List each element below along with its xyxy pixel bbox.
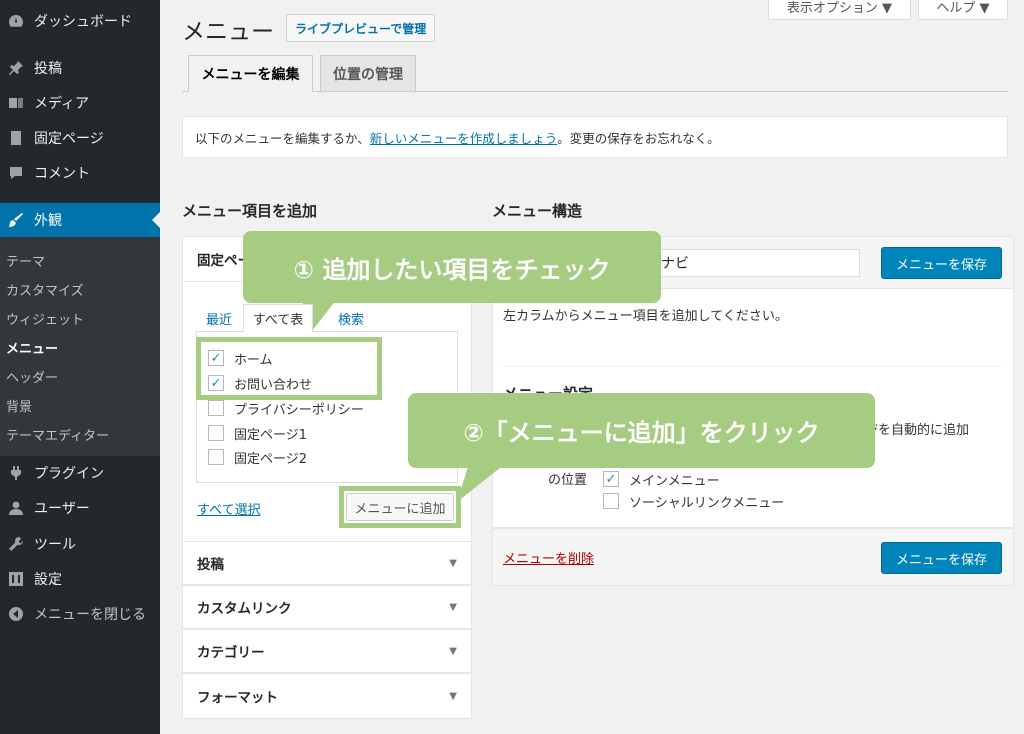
nav-dashboard[interactable]: ダッシュボード bbox=[0, 4, 160, 38]
nav-tools[interactable]: ツール bbox=[0, 527, 160, 561]
location-main-menu[interactable]: ✓ メインメニュー bbox=[603, 469, 720, 489]
page-item-page2-label: 固定ページ2 bbox=[234, 451, 308, 467]
page-icon bbox=[6, 129, 26, 147]
delete-menu-link[interactable]: メニューを削除 bbox=[503, 548, 594, 567]
location-main-menu-label: メインメニュー bbox=[629, 473, 720, 489]
dashboard-icon bbox=[6, 12, 26, 30]
nav-appearance-label: 外観 bbox=[34, 213, 62, 229]
pin-icon bbox=[6, 59, 26, 77]
appearance-icon bbox=[6, 211, 26, 229]
menu-name-value: ナビ bbox=[661, 256, 689, 272]
chevron-down-icon: ▼ bbox=[449, 601, 457, 613]
nav-media-label: メディア bbox=[34, 96, 90, 112]
save-menu-button-top[interactable]: メニューを保存 bbox=[881, 247, 1002, 279]
location-social-menu[interactable]: ソーシャルリンクメニュー bbox=[603, 491, 784, 511]
screen-options-button[interactable]: 表示オプション ▼ bbox=[768, 0, 911, 20]
submenu-themes[interactable]: テーマ bbox=[6, 251, 45, 270]
nav-posts-label: 投稿 bbox=[34, 61, 62, 77]
accordion-formats-label: フォーマット bbox=[197, 690, 278, 706]
page-item-privacy-label: プライバシーポリシー bbox=[234, 402, 364, 418]
nav-tools-label: ツール bbox=[34, 537, 76, 553]
tab-view-all[interactable]: すべて表 bbox=[243, 304, 313, 332]
select-all-link[interactable]: すべて選択 bbox=[197, 499, 261, 518]
wrench-icon bbox=[6, 535, 26, 553]
page-item-page1-label: 固定ページ1 bbox=[234, 427, 308, 443]
accordion-categories[interactable]: カテゴリー ▼ bbox=[182, 629, 472, 673]
accordion-custom-links[interactable]: カスタムリンク ▼ bbox=[182, 585, 472, 629]
submenu-widgets[interactable]: ウィジェット bbox=[6, 309, 84, 328]
highlight-checked-items bbox=[196, 337, 382, 400]
settings-icon bbox=[6, 570, 26, 588]
notice-text-after: 。変更の保存をお忘れなく。 bbox=[557, 130, 720, 146]
nav-users-label: ユーザー bbox=[34, 501, 90, 517]
nav-comments[interactable]: コメント bbox=[0, 156, 160, 190]
chevron-down-icon: ▼ bbox=[449, 690, 457, 702]
callout-step-2: ②「メニューに追加」をクリック bbox=[408, 393, 875, 468]
menu-notice: 以下のメニューを編集するか、 新しいメニューを作成しましょう 。変更の保存をお忘… bbox=[182, 116, 1008, 158]
checkbox-page1[interactable] bbox=[208, 425, 224, 441]
submenu-customize[interactable]: カスタマイズ bbox=[6, 280, 84, 299]
checkbox-privacy[interactable] bbox=[208, 400, 224, 416]
help-button[interactable]: ヘルプ ▼ bbox=[918, 0, 1008, 20]
nav-media[interactable]: メディア bbox=[0, 86, 160, 120]
submenu-background[interactable]: 背景 bbox=[6, 396, 32, 415]
checkbox-social-menu[interactable] bbox=[603, 493, 619, 509]
callout-step-1: ① 追加したい項目をチェック bbox=[243, 231, 661, 303]
chevron-down-icon: ▼ bbox=[449, 645, 457, 657]
tab-manage-locations[interactable]: 位置の管理 bbox=[320, 55, 416, 92]
submenu-header[interactable]: ヘッダー bbox=[6, 367, 58, 386]
settings-divider bbox=[503, 366, 1001, 367]
add-menu-items-title: メニュー項目を追加 bbox=[182, 202, 318, 220]
media-icon bbox=[6, 94, 26, 112]
accordion-formats[interactable]: フォーマット ▼ bbox=[182, 673, 472, 719]
nav-plugins[interactable]: プラグイン bbox=[0, 456, 160, 490]
nav-pages-label: 固定ページ bbox=[34, 131, 104, 147]
comment-icon bbox=[6, 164, 26, 182]
accordion-posts[interactable]: 投稿 ▼ bbox=[182, 541, 472, 585]
checkbox-main-menu[interactable]: ✓ bbox=[603, 471, 619, 487]
location-social-menu-label: ソーシャルリンクメニュー bbox=[629, 495, 785, 511]
nav-collapse-label: メニューを閉じる bbox=[34, 607, 146, 623]
submenu-theme-editor[interactable]: テーマエディター bbox=[6, 425, 109, 444]
accordion-posts-label: 投稿 bbox=[197, 557, 224, 573]
admin-sidebar: ダッシュボード 投稿 メディア 固定ページ コメント 外観 テーマ カスタマイズ… bbox=[0, 0, 160, 734]
page-item-page2[interactable]: 固定ページ2 bbox=[208, 447, 307, 467]
nav-pages[interactable]: 固定ページ bbox=[0, 121, 160, 155]
collapse-icon bbox=[6, 605, 26, 623]
user-icon bbox=[6, 499, 26, 517]
auto-add-pages-label: ジを自動的に追加 bbox=[865, 423, 970, 438]
nav-dashboard-label: ダッシュボード bbox=[34, 14, 132, 30]
accordion-custom-links-label: カスタムリンク bbox=[197, 601, 292, 617]
plugin-icon bbox=[6, 464, 26, 482]
tab-most-recent[interactable]: 最近 bbox=[206, 304, 232, 332]
submenu-menus[interactable]: メニュー bbox=[6, 338, 58, 357]
nav-comments-label: コメント bbox=[34, 166, 90, 182]
tab-edit-menus[interactable]: メニューを編集 bbox=[188, 55, 313, 92]
accordion-categories-label: カテゴリー bbox=[197, 645, 265, 661]
page-title: メニュー bbox=[182, 19, 274, 45]
nav-plugins-label: プラグイン bbox=[34, 466, 104, 482]
checkbox-page2[interactable] bbox=[208, 449, 224, 465]
nav-posts[interactable]: 投稿 bbox=[0, 51, 160, 85]
save-menu-button-bottom[interactable]: メニューを保存 bbox=[881, 542, 1002, 574]
nav-collapse[interactable]: メニューを閉じる bbox=[0, 597, 160, 631]
appearance-submenu: テーマ カスタマイズ ウィジェット メニュー ヘッダー 背景 テーマエディター bbox=[0, 237, 160, 456]
menu-structure-title: メニュー構造 bbox=[492, 202, 583, 220]
highlight-add-button bbox=[339, 486, 461, 528]
nav-users[interactable]: ユーザー bbox=[0, 491, 160, 525]
chevron-down-icon: ▼ bbox=[449, 557, 457, 569]
live-preview-button[interactable]: ライブプレビューで管理 bbox=[286, 14, 436, 42]
page-item-privacy[interactable]: プライバシーポリシー bbox=[208, 398, 364, 418]
nav-settings[interactable]: 設定 bbox=[0, 562, 160, 596]
create-new-menu-link[interactable]: 新しいメニューを作成しましょう bbox=[370, 128, 558, 147]
page-item-page1[interactable]: 固定ページ1 bbox=[208, 423, 307, 443]
notice-text-before: 以下のメニューを編集するか、 bbox=[195, 130, 370, 146]
display-location-label: の位置 bbox=[548, 473, 588, 488]
nav-appearance[interactable]: 外観 bbox=[0, 203, 160, 237]
menu-instruction: 左カラムからメニュー項目を追加してください。 bbox=[503, 309, 788, 324]
nav-settings-label: 設定 bbox=[34, 572, 62, 588]
